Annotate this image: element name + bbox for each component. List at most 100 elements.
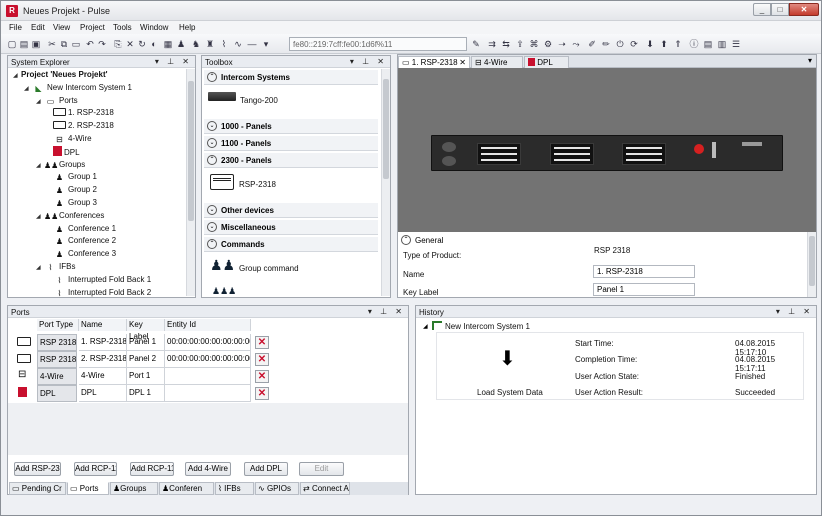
toolbox-scrollbar[interactable]: [381, 69, 390, 296]
port-key-cell[interactable]: DPL 1: [127, 385, 165, 402]
collapse-toggle-icon[interactable]: ◢: [423, 323, 428, 330]
tree-item[interactable]: ◢ ▭ Ports: [36, 95, 78, 107]
port-name-cell[interactable]: DPL: [79, 385, 127, 402]
cut-icon[interactable]: ✂: [47, 38, 57, 50]
expand-toggle-icon[interactable]: ◢: [36, 160, 44, 172]
panel-icon[interactable]: ▦: [163, 38, 173, 50]
delete-row-icon[interactable]: ✕: [255, 370, 269, 383]
tab-groups[interactable]: ♟Groups: [110, 482, 158, 495]
menu-view[interactable]: View: [53, 23, 70, 32]
port-name-cell[interactable]: 1. RSP-2318: [79, 334, 127, 351]
history-system-label[interactable]: New Intercom System 1: [445, 322, 530, 331]
config-icon[interactable]: ⚙: [543, 38, 553, 50]
tree-item[interactable]: ♟ Group 1: [53, 171, 97, 183]
delete-row-icon[interactable]: ✕: [255, 353, 269, 366]
toolbox-item-rsp[interactable]: RSP-2318: [239, 180, 276, 189]
rack-icon[interactable]: ▥: [717, 38, 727, 50]
address-input[interactable]: [289, 37, 467, 51]
tree-item[interactable]: 1. RSP-2318: [53, 107, 114, 119]
tree-item[interactable]: ⊟ 4-Wire: [53, 133, 91, 145]
list-icon[interactable]: ☰: [731, 38, 741, 50]
tree-item[interactable]: 2. RSP-2318: [53, 120, 114, 132]
tree-item[interactable]: ◢ Project 'Neues Projekt': [13, 69, 108, 81]
ifb-icon[interactable]: ⌇: [219, 38, 229, 50]
key-label-field[interactable]: [593, 283, 695, 296]
menu-edit[interactable]: Edit: [31, 23, 45, 32]
tree-item[interactable]: ♟ Group 2: [53, 184, 97, 196]
toolbox-category-commands[interactable]: ⌃ Commands: [204, 237, 378, 252]
info-icon[interactable]: ⓘ: [689, 38, 699, 50]
arrow-icon[interactable]: ➝: [557, 38, 567, 50]
toolbox-scroll-thumb[interactable]: [383, 79, 389, 179]
column-header-key-label[interactable]: Key Label: [127, 319, 165, 341]
port-type-cell[interactable]: RSP 2318: [37, 334, 77, 351]
port-entity-cell[interactable]: [165, 385, 251, 402]
sync-icon[interactable]: ⇆: [501, 38, 511, 50]
add-rcp-button-1[interactable]: Add RCP-11: [74, 462, 117, 476]
display-icon[interactable]: ▤: [703, 38, 713, 50]
toolbox-category-1100[interactable]: ⌄ 1100 - Panels: [204, 136, 378, 151]
people-icon[interactable]: ♜: [205, 38, 215, 50]
redo-icon[interactable]: ↷: [97, 38, 107, 50]
paste-icon[interactable]: ▭: [71, 38, 81, 50]
maximize-button[interactable]: □: [771, 3, 789, 16]
expand-toggle-icon[interactable]: ◢: [36, 96, 44, 108]
edit-pen-icon[interactable]: ✎: [471, 38, 481, 50]
close-button[interactable]: ✕: [789, 3, 819, 16]
upload-icon[interactable]: ⇪: [515, 38, 525, 50]
double-arrow-icon[interactable]: ⇑: [673, 38, 683, 50]
name-field[interactable]: [593, 265, 695, 278]
menu-project[interactable]: Project: [80, 23, 105, 32]
menu-help[interactable]: Help: [179, 23, 195, 32]
port-type-cell[interactable]: RSP 2318: [37, 351, 77, 368]
tree-item[interactable]: ◢ ♟♟Groups: [36, 159, 85, 171]
tree-item[interactable]: ♟ Conference 1: [53, 223, 116, 235]
panel-controls[interactable]: ▾ ⊥ ✕: [368, 307, 405, 316]
port-name-cell[interactable]: 4-Wire: [79, 368, 127, 385]
port-key-cell[interactable]: Port 1: [127, 368, 165, 385]
delete-row-icon[interactable]: ✕: [255, 387, 269, 400]
tab-menu-chevron-icon[interactable]: ▾: [808, 56, 812, 65]
add-4-wire-button[interactable]: Add 4-Wire: [185, 462, 231, 476]
pen-icon[interactable]: ✐: [587, 38, 597, 50]
wave-icon[interactable]: ∿: [233, 38, 243, 50]
menu-tools[interactable]: Tools: [113, 23, 132, 32]
tree-item[interactable]: ♟ Conference 3: [53, 248, 116, 260]
tree-item[interactable]: ◢ ◣ New Intercom System 1: [24, 82, 132, 94]
port-type-cell[interactable]: 4-Wire: [37, 368, 77, 385]
menu-file[interactable]: File: [9, 23, 22, 32]
delete-row-icon[interactable]: ✕: [255, 336, 269, 349]
route-icon[interactable]: ⤳: [571, 38, 581, 50]
tab-ifbs[interactable]: ⌇ IFBs: [215, 482, 254, 495]
tab-ports[interactable]: ▭ Ports: [67, 482, 109, 495]
copy-icon[interactable]: ⧉: [59, 38, 69, 50]
tree-scrollbar[interactable]: [186, 69, 195, 296]
line-icon[interactable]: —: [247, 38, 257, 50]
column-header-entity-id[interactable]: Entity Id: [165, 319, 251, 331]
port-key-cell[interactable]: Panel 1: [127, 334, 165, 351]
tab-connect[interactable]: ⇄ Connect A: [300, 482, 350, 495]
save-icon[interactable]: ▣: [31, 38, 41, 50]
tree-item[interactable]: ⌇ Interrupted Fold Back 2: [53, 287, 152, 299]
tree-item[interactable]: ⌇ Interrupted Fold Back 1: [53, 274, 152, 286]
toolbox-item-tango[interactable]: Tango-200: [240, 96, 278, 105]
reload-icon[interactable]: ⟳: [629, 38, 639, 50]
expand-toggle-icon[interactable]: ◢: [36, 211, 44, 223]
panel-controls[interactable]: ▾ ⊥ ✕: [776, 307, 813, 316]
port-entity-cell[interactable]: 00:00:00:00:00:00:00:00: [165, 351, 251, 368]
power-icon[interactable]: ⏻: [615, 38, 625, 50]
groups-icon[interactable]: ♟: [176, 38, 186, 50]
tree-item[interactable]: ◢ ⌇ IFBs: [36, 261, 75, 273]
refresh-icon[interactable]: ↻: [137, 38, 147, 50]
undo-icon[interactable]: ↶: [85, 38, 95, 50]
tab-gpios[interactable]: ∿ GPIOs: [255, 482, 299, 495]
tree-item[interactable]: ♟ Conference 2: [53, 235, 116, 247]
tree-item[interactable]: ◢ ♟♟Conferences: [36, 210, 104, 222]
expand-toggle-icon[interactable]: ◢: [36, 262, 44, 274]
conferences-icon[interactable]: ♞: [191, 38, 201, 50]
menu-window[interactable]: Window: [140, 23, 168, 32]
tab-rsp-2318[interactable]: ▭ 1. RSP-2318 ✕: [398, 56, 470, 68]
minimize-button[interactable]: _: [753, 3, 771, 16]
column-header-name[interactable]: Name: [79, 319, 127, 331]
tab-dpl[interactable]: DPL: [524, 56, 569, 68]
